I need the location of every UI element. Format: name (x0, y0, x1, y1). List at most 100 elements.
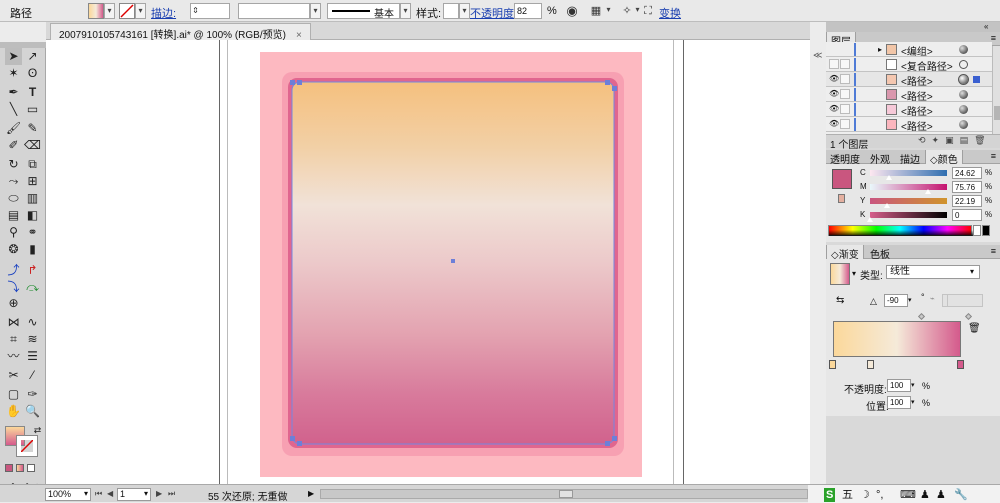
gradient-menu-icon[interactable]: ≡ (991, 246, 996, 256)
half-width-icon[interactable]: ☽ (860, 488, 870, 502)
gradient-angle-field[interactable]: -90 (884, 294, 908, 307)
opacity-field[interactable]: 82 (514, 3, 542, 19)
none-mode-icon[interactable] (27, 464, 35, 472)
stop-position-dropdown-icon[interactable]: ▾ (911, 396, 918, 409)
variable-width-field[interactable] (238, 3, 310, 19)
stroke-swatch[interactable] (119, 3, 135, 19)
cyan-thumb[interactable] (885, 175, 892, 180)
shape-builder-tool-icon[interactable]: ⬭ (5, 190, 22, 207)
angle-dropdown-icon[interactable]: ▾ (908, 294, 915, 307)
bowtie-tool-icon[interactable]: ⋈ (5, 314, 22, 331)
variable-width-dropdown[interactable]: ▾ (310, 3, 321, 19)
gradient-tool-icon[interactable]: ◧ (24, 207, 41, 224)
selection-tool-icon[interactable]: ➤ (5, 48, 22, 65)
lock-toggle[interactable] (840, 104, 850, 114)
fill-dropdown[interactable]: ▾ (104, 3, 115, 19)
stop-position-field[interactable]: 100 (887, 396, 911, 409)
rotate-tool-icon[interactable]: ↻ (5, 156, 22, 173)
zoom-tool-icon[interactable]: 🔍 (24, 403, 41, 420)
target-icon[interactable] (959, 120, 968, 129)
symbol-sprayer-tool-icon[interactable]: ❂ (5, 241, 22, 258)
eye-icon[interactable]: 👁 (829, 119, 839, 129)
last-artboard-icon[interactable]: ⏭ (168, 489, 175, 499)
collapse-panels-icon[interactable]: ≪ (813, 50, 823, 60)
lock-toggle[interactable] (840, 119, 850, 129)
visibility-toggle[interactable] (829, 59, 839, 69)
blend-tool-icon[interactable]: ⚭ (24, 224, 41, 241)
curvature-red-tool-icon[interactable]: ↱ (24, 262, 41, 279)
stop-opacity-dropdown-icon[interactable]: ▾ (911, 379, 918, 392)
magenta-value-field[interactable]: 75.76 (952, 181, 982, 193)
blob-brush-tool-icon[interactable]: ✐ (5, 137, 22, 154)
swap-colors-icon[interactable]: ⇄ (29, 422, 46, 439)
gradient-slider-bar[interactable] (833, 321, 961, 357)
gradient-mode-icon[interactable] (16, 464, 24, 472)
black-swatch[interactable] (982, 225, 990, 236)
rectangle-tool-icon[interactable]: ▭ (24, 101, 41, 118)
status-menu-icon[interactable]: ▶ (308, 489, 314, 498)
gradient-stop[interactable] (957, 360, 964, 369)
black-value-field[interactable]: 0 (952, 209, 982, 221)
layer-row[interactable]: 👁 <路径> (826, 117, 992, 133)
settings-wrench-icon[interactable]: 🔧 (954, 488, 968, 502)
tab-gradient[interactable]: ◇渐变 (826, 245, 864, 261)
anchor-point[interactable] (297, 441, 302, 446)
slice-tool-icon[interactable]: ✂ (5, 367, 22, 384)
brush-dropdown[interactable]: ▾ (400, 3, 411, 19)
anchor-point[interactable] (297, 80, 302, 85)
wrinkle-tool-icon[interactable]: 〰 (5, 348, 22, 365)
brush-field[interactable]: 基本 (327, 3, 400, 20)
eyedropper-tool-icon[interactable]: ⚲ (5, 224, 22, 241)
paintbrush-tool-icon[interactable]: 🖌 (5, 120, 22, 137)
path-green-tool-icon[interactable]: ⤼ (24, 279, 41, 296)
white-swatch[interactable] (973, 225, 981, 236)
live-paint-tool-icon[interactable]: ▥ (24, 190, 41, 207)
lock-toggle[interactable] (840, 74, 850, 84)
expand-triangle-icon[interactable]: ▸ (878, 45, 882, 54)
black-thumb[interactable] (867, 217, 873, 222)
tab-swatches[interactable]: 色板 (866, 245, 894, 261)
yellow-thumb[interactable] (884, 203, 891, 208)
column-graph-tool-icon[interactable]: ▮ (24, 241, 41, 258)
stroke-weight-stepper-icon[interactable]: ⇕ (191, 3, 200, 19)
scale-tool-icon[interactable]: ⧉ (24, 156, 41, 173)
anchor-point[interactable] (605, 80, 610, 85)
cyan-track[interactable] (870, 170, 947, 176)
delete-stop-icon[interactable]: 🗑 (968, 323, 981, 334)
eye-icon[interactable]: 👁 (829, 104, 839, 114)
yellow-slider[interactable]: Y 22.19 % (826, 195, 1000, 209)
gradient-preview-dropdown[interactable]: ▾ (852, 269, 856, 278)
artboard-tool-icon[interactable]: ▢ (5, 386, 22, 403)
layer-row[interactable]: <复合路径> (826, 57, 992, 73)
magenta-track[interactable] (870, 184, 947, 190)
align-icon[interactable]: ▦ (588, 3, 604, 19)
gradient-type-dropdown-icon[interactable]: ▾ (970, 265, 980, 279)
gradient-stop[interactable] (867, 360, 875, 369)
anchor-point[interactable] (612, 436, 617, 441)
magenta-slider[interactable]: M 75.76 % (826, 181, 1000, 195)
stroke-link[interactable]: 描边: (151, 5, 176, 21)
target-icon[interactable] (959, 105, 968, 114)
gradient-preview-swatch[interactable] (830, 263, 850, 285)
next-artboard-icon[interactable]: ▶ (156, 489, 162, 498)
opacity-link[interactable]: 不透明度: (470, 5, 517, 21)
layers-scroll-thumb[interactable] (994, 106, 1000, 120)
fill-swatch[interactable] (88, 3, 104, 19)
recolor-icon[interactable]: ◉ (564, 3, 580, 19)
free-transform-tool-icon[interactable]: ⊞ (24, 173, 41, 190)
transform-link[interactable]: 变换 (659, 5, 681, 21)
ime-wubi-icon[interactable]: 五 (842, 488, 853, 502)
anchor-point[interactable] (290, 436, 295, 441)
stroke-dropdown[interactable]: ▾ (135, 3, 146, 19)
gradient-type-select[interactable]: 线性 (886, 265, 980, 279)
stroke-color-box[interactable] (16, 435, 38, 457)
document-tab[interactable]: 2007910105743161 [转换].ai* @ 100% (RGB/预览… (50, 23, 311, 41)
expand-dock-icon[interactable]: « (984, 22, 988, 32)
layer-footer-icons[interactable]: ⟲✦▣▤🗑 (918, 135, 992, 146)
target-icon[interactable] (959, 60, 968, 69)
cyan-slider[interactable]: C 24.62 % (826, 167, 1000, 181)
lock-toggle[interactable] (840, 59, 850, 69)
layer-row[interactable]: 👁 <路径> (826, 87, 992, 103)
horizontal-scroll-thumb[interactable] (559, 490, 573, 498)
eye-icon[interactable]: 👁 (829, 89, 839, 99)
